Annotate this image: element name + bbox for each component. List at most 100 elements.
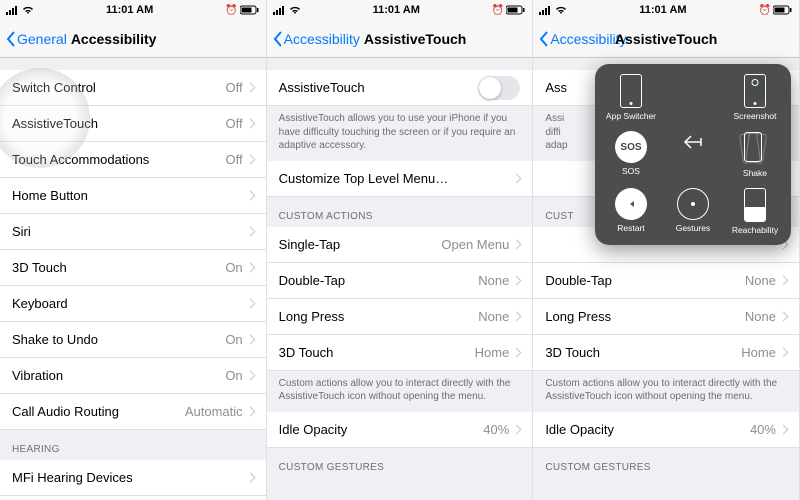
row-switch-control[interactable]: Switch ControlOff <box>0 70 266 106</box>
status-time: 11:01 AM <box>373 4 420 16</box>
page-title: AssistiveTouch <box>364 31 466 47</box>
wifi-icon <box>555 6 567 15</box>
custom-actions-footer: Custom actions allow you to interact dir… <box>267 371 533 412</box>
at-sos[interactable]: SOS SOS <box>601 131 661 178</box>
custom-actions-footer: Custom actions allow you to interact dir… <box>533 371 799 412</box>
alarm-icon: ⏰ <box>759 5 771 16</box>
content-list[interactable]: AssistiveTouch AssistiveTouch allows you… <box>267 58 533 500</box>
row-touch-accommodations[interactable]: Touch AccommodationsOff <box>0 142 266 178</box>
chevron-right-icon <box>779 424 789 434</box>
shake-icon <box>739 131 771 165</box>
chevron-right-icon <box>245 191 255 201</box>
assistivetouch-description: AssistiveTouch allows you to use your iP… <box>267 106 533 161</box>
chevron-right-icon <box>245 83 255 93</box>
at-restart[interactable]: Restart <box>601 188 661 235</box>
back-button[interactable]: Accessibility <box>273 31 360 47</box>
row-home-button[interactable]: Home Button <box>0 178 266 214</box>
reachability-icon <box>744 188 766 222</box>
status-bar: 11:01 AM ⏰ <box>267 0 533 20</box>
restart-icon <box>615 188 647 220</box>
screen-assistivetouch-off: 11:01 AM ⏰ Accessibility AssistiveTouch … <box>267 0 534 500</box>
arrow-left-icon <box>682 131 704 153</box>
row-keyboard[interactable]: Keyboard <box>0 286 266 322</box>
chevron-right-icon <box>245 263 255 273</box>
sos-icon: SOS <box>615 131 647 163</box>
at-back[interactable] <box>663 131 723 178</box>
row-customize-menu[interactable]: Customize Top Level Menu… <box>267 161 533 197</box>
chevron-right-icon <box>779 311 789 321</box>
nav-bar: Accessibility AssistiveTouch <box>267 20 533 58</box>
switch-assistivetouch[interactable] <box>478 76 520 100</box>
status-time: 11:01 AM <box>639 4 686 16</box>
device-camera-icon <box>744 74 766 108</box>
section-header-hearing: HEARING <box>0 430 266 460</box>
chevron-right-icon <box>245 407 255 417</box>
at-app-switcher[interactable]: App Switcher <box>601 74 661 121</box>
wifi-icon <box>22 6 34 15</box>
chevron-right-icon <box>245 371 255 381</box>
chevron-right-icon <box>245 119 255 129</box>
chevron-right-icon <box>245 335 255 345</box>
battery-icon <box>506 5 526 15</box>
at-gestures[interactable]: Gestures <box>663 188 723 235</box>
row-led-flash[interactable]: LED Flash for AlertsOff <box>0 496 266 500</box>
section-header-custom-gestures: CUSTOM GESTURES <box>533 448 799 478</box>
row-call-audio-routing[interactable]: Call Audio RoutingAutomatic <box>0 394 266 430</box>
back-button[interactable]: Accessibility <box>539 31 626 47</box>
at-screenshot[interactable]: Screenshot <box>725 74 785 121</box>
chevron-right-icon <box>779 275 789 285</box>
assistivetouch-menu-overlay[interactable]: App Switcher Screenshot SOS SOS Shake <box>595 64 791 245</box>
row-single-tap[interactable]: Single-TapOpen Menu <box>267 227 533 263</box>
at-shake[interactable]: Shake <box>725 131 785 178</box>
row-long-press[interactable]: Long PressNone <box>267 299 533 335</box>
chevron-right-icon <box>512 275 522 285</box>
chevron-right-icon <box>779 347 789 357</box>
row-mfi-hearing[interactable]: MFi Hearing Devices <box>0 460 266 496</box>
back-button[interactable]: General <box>6 31 67 47</box>
section-header-custom-gestures: CUSTOM GESTURES <box>267 448 533 478</box>
chevron-right-icon <box>245 473 255 483</box>
chevron-right-icon <box>512 311 522 321</box>
back-label: Accessibility <box>284 31 360 47</box>
at-reachability[interactable]: Reachability <box>725 188 785 235</box>
chevron-right-icon <box>512 239 522 249</box>
row-3d-touch-action[interactable]: 3D TouchHome <box>267 335 533 371</box>
row-long-press[interactable]: Long PressNone <box>533 299 799 335</box>
row-siri[interactable]: Siri <box>0 214 266 250</box>
content-list[interactable]: Switch ControlOff AssistiveTouchOff Touc… <box>0 58 266 500</box>
wifi-icon <box>289 6 301 15</box>
row-vibration[interactable]: VibrationOn <box>0 358 266 394</box>
row-idle-opacity[interactable]: Idle Opacity40% <box>533 412 799 448</box>
nav-bar: General Accessibility <box>0 20 266 58</box>
screen-assistivetouch-menu: 11:01 AM ⏰ Accessibility AssistiveTouch … <box>533 0 800 500</box>
chevron-right-icon <box>512 424 522 434</box>
chevron-right-icon <box>245 155 255 165</box>
chevron-right-icon <box>512 347 522 357</box>
chevron-left-icon <box>6 31 16 47</box>
gestures-icon <box>677 188 709 220</box>
alarm-icon: ⏰ <box>225 5 237 16</box>
row-double-tap[interactable]: Double-TapNone <box>533 263 799 299</box>
signal-icon <box>539 6 553 15</box>
row-3d-touch-action[interactable]: 3D TouchHome <box>533 335 799 371</box>
chevron-left-icon <box>273 31 283 47</box>
row-idle-opacity[interactable]: Idle Opacity40% <box>267 412 533 448</box>
row-shake-to-undo[interactable]: Shake to UndoOn <box>0 322 266 358</box>
section-header-custom-actions: CUSTOM ACTIONS <box>267 197 533 227</box>
row-double-tap[interactable]: Double-TapNone <box>267 263 533 299</box>
back-label: Accessibility <box>550 31 626 47</box>
nav-bar: Accessibility AssistiveTouch <box>533 20 799 58</box>
chevron-left-icon <box>539 31 549 47</box>
row-assistivetouch-toggle[interactable]: AssistiveTouch <box>267 70 533 106</box>
row-assistivetouch[interactable]: AssistiveTouchOff <box>0 106 266 142</box>
chevron-right-icon <box>245 299 255 309</box>
device-icon <box>620 74 642 108</box>
chevron-right-icon <box>512 173 522 183</box>
alarm-icon: ⏰ <box>492 5 504 16</box>
back-label: General <box>17 31 67 47</box>
signal-icon <box>6 6 20 15</box>
status-time: 11:01 AM <box>106 4 153 16</box>
screen-accessibility: 11:01 AM ⏰ General Accessibility Switch … <box>0 0 267 500</box>
row-3d-touch[interactable]: 3D TouchOn <box>0 250 266 286</box>
battery-icon <box>240 5 260 15</box>
